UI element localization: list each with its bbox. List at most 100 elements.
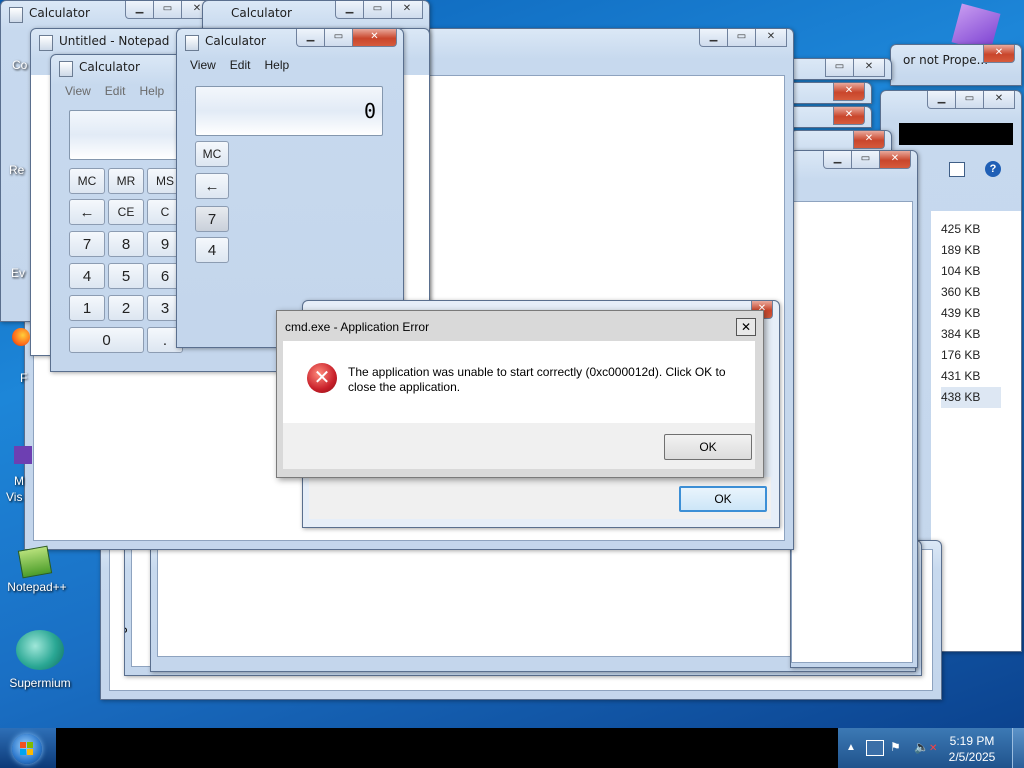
- clock-time[interactable]: 5:19 PM: [942, 734, 1002, 748]
- menu-edit[interactable]: Edit: [105, 84, 126, 98]
- minimize-button[interactable]: ▁: [927, 91, 956, 109]
- backspace-button[interactable]: ←: [69, 199, 105, 225]
- maximize-button[interactable]: ▭: [153, 1, 182, 19]
- pane-icon[interactable]: [949, 162, 965, 177]
- calc-front-display: 0: [195, 86, 383, 136]
- calc-back2-title: Calculator: [231, 6, 292, 20]
- menu-edit[interactable]: Edit: [230, 58, 251, 72]
- close-button[interactable]: ✕: [879, 151, 911, 169]
- ok-button[interactable]: OK: [664, 434, 752, 460]
- error-icon: ✕: [307, 363, 337, 393]
- supermium-shortcut[interactable]: Supermium: [2, 630, 78, 690]
- size-6: 176 KB: [941, 348, 981, 362]
- menu-view[interactable]: View: [65, 84, 91, 98]
- network-icon[interactable]: [866, 740, 884, 756]
- size-8: 438 KB: [941, 387, 1001, 408]
- close-button[interactable]: ✕: [391, 1, 423, 19]
- calc-front-title: Calculator: [205, 34, 266, 48]
- close-button[interactable]: ✕: [853, 59, 885, 77]
- notepadpp-label: Notepad++: [7, 580, 67, 594]
- maximize-button[interactable]: ▭: [727, 29, 756, 47]
- size-3: 360 KB: [941, 285, 981, 299]
- mr-button[interactable]: MR: [108, 168, 144, 194]
- close-button[interactable]: ✕: [833, 83, 865, 101]
- size-1: 189 KB: [941, 243, 981, 257]
- close-button[interactable]: ✕: [755, 29, 787, 47]
- properties-window-title: or not Prope...: [903, 53, 989, 67]
- notepad-title-2: Untitled - Notepad: [59, 34, 170, 48]
- partial-label-f: F: [20, 371, 28, 385]
- calculator-icon: [185, 35, 199, 51]
- calculator-icon: [59, 61, 73, 77]
- maximize-button[interactable]: ▭: [363, 1, 392, 19]
- partial-label-m: M: [14, 474, 24, 488]
- notepad-large-client: [791, 201, 913, 663]
- mc-button[interactable]: MC: [69, 168, 105, 194]
- back-ok-button[interactable]: OK: [679, 486, 767, 512]
- calc-mid-title: Calculator: [79, 60, 140, 74]
- size-4: 439 KB: [941, 306, 981, 320]
- calc-front-menubar: View Edit Help: [190, 58, 289, 72]
- backspace-button[interactable]: ←: [195, 173, 229, 199]
- size-7: 431 KB: [941, 369, 981, 383]
- size-2: 104 KB: [941, 264, 981, 278]
- error-message: The application was unable to start corr…: [348, 365, 726, 394]
- show-hidden-icons[interactable]: ▲: [846, 742, 856, 753]
- vs-icon[interactable]: [14, 446, 32, 464]
- clock-date[interactable]: 2/5/2025: [942, 750, 1002, 764]
- properties-window[interactable]: or not Prope... ✕: [890, 44, 1022, 86]
- partial-label-co: Co: [12, 58, 28, 72]
- close-button[interactable]: ✕: [352, 29, 397, 47]
- dialog-body: ✕ The application was unable to start co…: [283, 341, 755, 423]
- cascade-window-4[interactable]: ✕: [790, 130, 892, 152]
- calc-back1-title: Calculator: [29, 6, 90, 20]
- digit-1-button[interactable]: 1: [69, 295, 105, 321]
- digit-2-button[interactable]: 2: [108, 295, 144, 321]
- menu-help[interactable]: Help: [264, 58, 289, 72]
- start-button[interactable]: [0, 728, 56, 768]
- digit-5-button[interactable]: 5: [108, 263, 144, 289]
- mc-button[interactable]: MC: [195, 141, 229, 167]
- notepadpp-icon: [17, 545, 53, 579]
- minimize-button[interactable]: ▁: [823, 151, 852, 169]
- file-size-col: 425 KB 189 KB 104 KB 360 KB 439 KB 384 K…: [941, 219, 1001, 408]
- minimize-button[interactable]: ▁: [699, 29, 728, 47]
- ce-button[interactable]: CE: [108, 199, 144, 225]
- help-icon[interactable]: ?: [985, 161, 1001, 177]
- maximize-button[interactable]: ▭: [955, 91, 984, 109]
- digit-8-button[interactable]: 8: [108, 231, 144, 257]
- volume-muted-icon[interactable]: 🔈✕: [914, 740, 937, 754]
- firefox-icon[interactable]: [12, 328, 30, 346]
- menu-view[interactable]: View: [190, 58, 216, 72]
- maximize-button[interactable]: ▭: [324, 29, 353, 47]
- digit-0-button[interactable]: 0: [69, 327, 144, 353]
- minimize-button[interactable]: ▁: [335, 1, 364, 19]
- calc-mid-menubar: View Edit Help: [65, 84, 164, 98]
- minimize-button[interactable]: ▁: [296, 29, 325, 47]
- close-button[interactable]: ✕: [833, 107, 865, 125]
- notepadpp-shortcut[interactable]: Notepad++: [4, 545, 70, 594]
- digit-7-button[interactable]: 7: [69, 231, 105, 257]
- size-0: 425 KB: [941, 222, 981, 236]
- notepad-large-window[interactable]: ▁ ▭ ✕: [790, 150, 918, 668]
- close-button[interactable]: ✕: [853, 131, 885, 149]
- notepad-icon-2: [39, 35, 53, 51]
- maximize-button[interactable]: ▭: [851, 151, 880, 169]
- maximize-button[interactable]: ▭: [825, 59, 854, 77]
- close-button[interactable]: ✕: [983, 91, 1015, 109]
- supermium-icon: [16, 630, 64, 670]
- close-icon[interactable]: ✕: [983, 45, 1015, 63]
- close-icon[interactable]: ✕: [736, 318, 756, 336]
- windows-logo-icon: [12, 734, 42, 764]
- minimize-button[interactable]: ▁: [125, 1, 154, 19]
- flag-icon[interactable]: ⚑: [890, 740, 904, 754]
- menu-help[interactable]: Help: [139, 84, 164, 98]
- digit-7-button[interactable]: 7: [195, 206, 229, 232]
- size-5: 384 KB: [941, 327, 981, 341]
- partial-label-vis: Vis: [6, 490, 23, 504]
- show-desktop-button[interactable]: [1012, 728, 1024, 768]
- digit-4-button[interactable]: 4: [69, 263, 105, 289]
- address-bar[interactable]: [899, 123, 1013, 145]
- digit-4-button[interactable]: 4: [195, 237, 229, 263]
- application-error-dialog[interactable]: cmd.exe - Application Error ✕ ✕ The appl…: [276, 310, 764, 478]
